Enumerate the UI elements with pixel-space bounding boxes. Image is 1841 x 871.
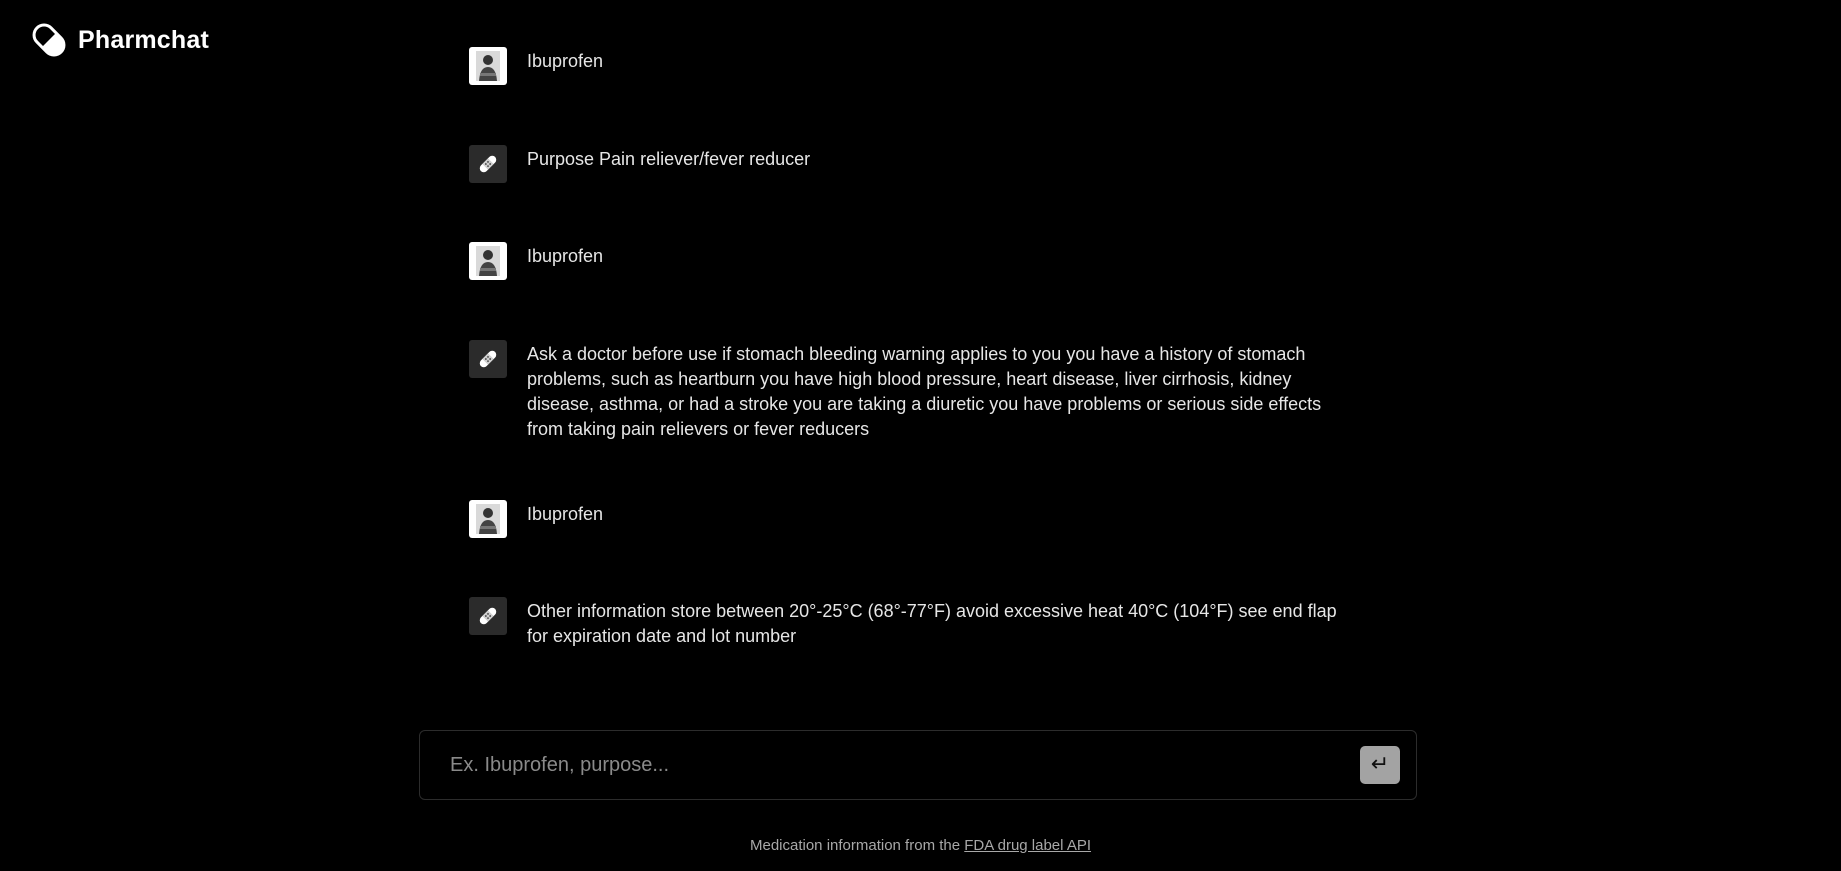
send-button[interactable]: ↵ [1360, 746, 1400, 784]
message-input[interactable] [450, 731, 1350, 799]
message-text: Ask a doctor before use if stomach bleed… [527, 344, 1322, 439]
user-message: Ibuprofen [469, 47, 1369, 85]
footer: Medication information from the FDA drug… [0, 837, 1841, 854]
user-portrait-icon [476, 51, 500, 81]
user-avatar [469, 242, 507, 280]
user-portrait-icon [476, 246, 500, 276]
user-avatar [469, 500, 507, 538]
message-text: Ibuprofen [527, 246, 604, 266]
message-composer: ↵ [419, 730, 1417, 800]
message-text: Other information store between 20°-25°C… [527, 601, 1337, 646]
app-title: Pharmchat [78, 25, 210, 54]
app-root: Pharmchat Ibuprofen Purpose Pain relieve… [0, 0, 1841, 871]
message-text: Ibuprofen [527, 51, 604, 71]
assistant-message: Ask a doctor before use if stomach bleed… [469, 340, 1369, 442]
user-portrait-icon [476, 504, 500, 534]
message-text: Purpose Pain reliever/fever reducer [527, 149, 811, 169]
brand-logo-link[interactable]: Pharmchat [30, 21, 209, 59]
assistant-message: Other information store between 20°-25°C… [469, 597, 1369, 649]
user-avatar [469, 47, 507, 85]
footer-text: Medication information from the [749, 837, 961, 854]
user-message: Ibuprofen [469, 242, 1369, 280]
user-message: Ibuprofen [469, 500, 1369, 538]
bandage-icon [469, 340, 507, 378]
enter-icon: ↵ [1370, 752, 1390, 777]
fda-api-link[interactable]: FDA drug label API [964, 837, 1091, 854]
bandage-icon [469, 145, 507, 183]
message-text: Ibuprofen [527, 504, 604, 524]
pill-icon [32, 23, 66, 57]
assistant-message: Purpose Pain reliever/fever reducer [469, 145, 1369, 183]
bandage-icon [469, 597, 507, 635]
